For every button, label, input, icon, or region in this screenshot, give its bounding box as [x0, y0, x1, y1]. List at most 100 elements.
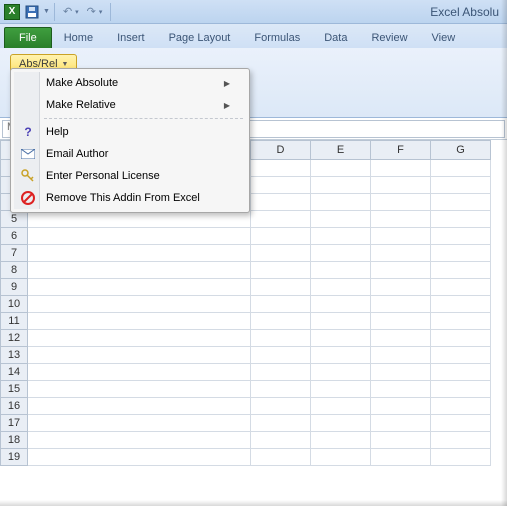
menu-make-relative[interactable]: Make Relative ▶	[14, 94, 246, 116]
cell[interactable]	[431, 313, 491, 330]
cell[interactable]	[251, 449, 311, 466]
cell[interactable]	[28, 449, 251, 466]
cell[interactable]	[28, 245, 251, 262]
cell[interactable]	[251, 262, 311, 279]
cell[interactable]	[431, 177, 491, 194]
menu-email-author[interactable]: Email Author	[14, 143, 246, 165]
cell[interactable]	[311, 262, 371, 279]
cell[interactable]	[251, 177, 311, 194]
cell[interactable]	[251, 194, 311, 211]
cell[interactable]	[251, 245, 311, 262]
cell[interactable]	[311, 279, 371, 296]
cell[interactable]	[28, 364, 251, 381]
row-header[interactable]: 17	[0, 415, 28, 432]
cell[interactable]	[28, 330, 251, 347]
undo-button[interactable]: ↶▾	[63, 5, 79, 18]
cell[interactable]	[311, 449, 371, 466]
cell[interactable]	[28, 432, 251, 449]
row-header[interactable]: 13	[0, 347, 28, 364]
cell[interactable]	[251, 228, 311, 245]
redo-button[interactable]: ↷▾	[87, 5, 103, 18]
cell[interactable]	[371, 398, 431, 415]
cell[interactable]	[371, 245, 431, 262]
cell[interactable]	[311, 432, 371, 449]
row-header[interactable]: 5	[0, 211, 28, 228]
cell[interactable]	[28, 313, 251, 330]
cell[interactable]	[431, 364, 491, 381]
cell[interactable]	[431, 381, 491, 398]
cell[interactable]	[28, 279, 251, 296]
cell[interactable]	[251, 415, 311, 432]
cell[interactable]	[311, 330, 371, 347]
row-header[interactable]: 18	[0, 432, 28, 449]
cell[interactable]	[311, 415, 371, 432]
cell[interactable]	[311, 347, 371, 364]
cell[interactable]	[28, 347, 251, 364]
tab-view[interactable]: View	[420, 28, 468, 48]
cell[interactable]	[371, 279, 431, 296]
menu-remove-addin[interactable]: Remove This Addin From Excel	[14, 187, 246, 209]
cell[interactable]	[251, 313, 311, 330]
cell[interactable]	[371, 432, 431, 449]
tab-insert[interactable]: Insert	[105, 28, 157, 48]
menu-make-absolute[interactable]: Make Absolute ▶	[14, 72, 246, 94]
cell[interactable]	[371, 177, 431, 194]
row-header[interactable]: 9	[0, 279, 28, 296]
cell[interactable]	[371, 347, 431, 364]
row-header[interactable]: 11	[0, 313, 28, 330]
cell[interactable]	[371, 330, 431, 347]
cell[interactable]	[431, 432, 491, 449]
cell[interactable]	[431, 296, 491, 313]
cell[interactable]	[251, 279, 311, 296]
cell[interactable]	[371, 160, 431, 177]
save-icon[interactable]	[24, 4, 40, 20]
cell[interactable]	[251, 347, 311, 364]
cell[interactable]	[311, 160, 371, 177]
cell[interactable]	[431, 228, 491, 245]
row-header[interactable]: 10	[0, 296, 28, 313]
cell[interactable]	[251, 381, 311, 398]
column-header[interactable]: D	[251, 140, 311, 160]
cell[interactable]	[311, 211, 371, 228]
excel-icon[interactable]: X	[4, 4, 20, 20]
menu-help[interactable]: ? Help	[14, 121, 246, 143]
cell[interactable]	[311, 245, 371, 262]
cell[interactable]	[311, 398, 371, 415]
cell[interactable]	[251, 160, 311, 177]
cell[interactable]	[431, 211, 491, 228]
row-header[interactable]: 12	[0, 330, 28, 347]
row-header[interactable]: 14	[0, 364, 28, 381]
tab-file[interactable]: File	[4, 27, 52, 48]
cell[interactable]	[431, 330, 491, 347]
cell[interactable]	[311, 313, 371, 330]
cell[interactable]	[371, 194, 431, 211]
column-header[interactable]: G	[431, 140, 491, 160]
column-header[interactable]: E	[311, 140, 371, 160]
cell[interactable]	[431, 415, 491, 432]
cell[interactable]	[371, 415, 431, 432]
cell[interactable]	[371, 262, 431, 279]
cell[interactable]	[311, 194, 371, 211]
row-header[interactable]: 8	[0, 262, 28, 279]
tab-home[interactable]: Home	[52, 28, 105, 48]
menu-enter-license[interactable]: Enter Personal License	[14, 165, 246, 187]
cell[interactable]	[371, 228, 431, 245]
row-header[interactable]: 16	[0, 398, 28, 415]
cell[interactable]	[431, 160, 491, 177]
cell[interactable]	[371, 449, 431, 466]
cell[interactable]	[371, 211, 431, 228]
cell[interactable]	[251, 330, 311, 347]
cell[interactable]	[251, 398, 311, 415]
cell[interactable]	[311, 381, 371, 398]
qat-dropdown-icon[interactable]: ▼	[43, 8, 50, 15]
cell[interactable]	[431, 398, 491, 415]
row-header[interactable]: 7	[0, 245, 28, 262]
cell[interactable]	[311, 364, 371, 381]
column-header[interactable]: F	[371, 140, 431, 160]
cell[interactable]	[371, 296, 431, 313]
cell[interactable]	[251, 211, 311, 228]
cell[interactable]	[28, 211, 251, 228]
cell[interactable]	[251, 296, 311, 313]
cell[interactable]	[251, 364, 311, 381]
cell[interactable]	[431, 245, 491, 262]
